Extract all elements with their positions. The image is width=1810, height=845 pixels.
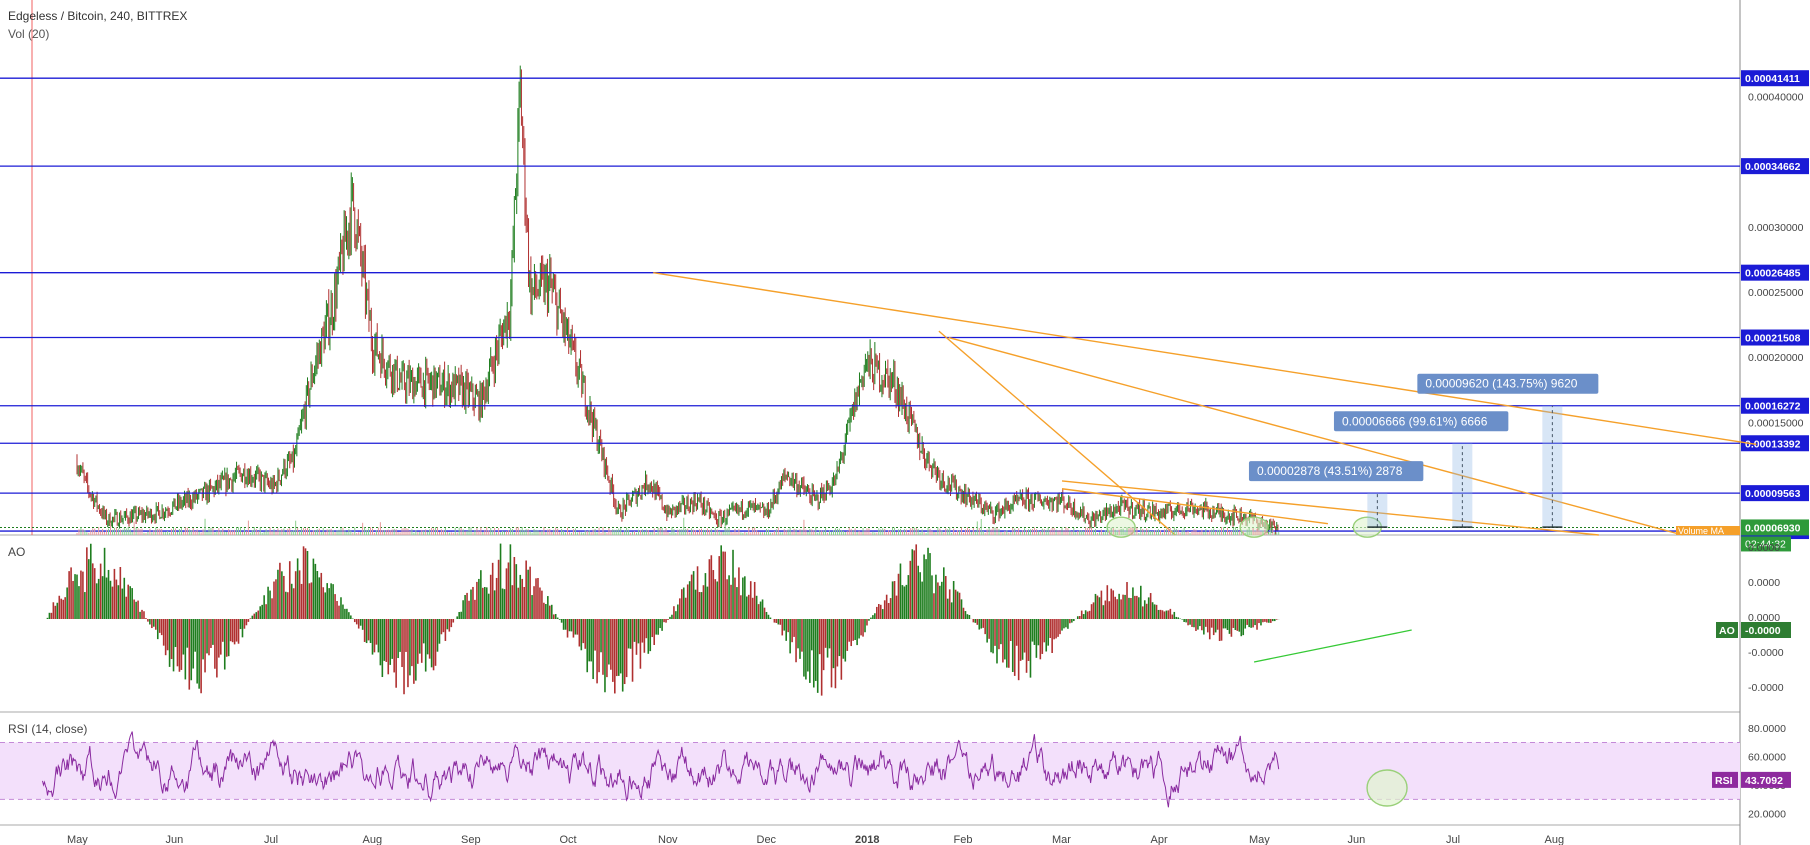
ao-trendline: [1253, 629, 1412, 663]
time-tick-label: Feb: [954, 834, 973, 845]
time-tick-label: Apr: [1151, 834, 1168, 845]
time-tick-label: May: [1249, 834, 1270, 845]
time-tick-label: Jun: [166, 834, 184, 845]
time-tick-label: Jun: [1348, 834, 1366, 845]
time-tick-label: May: [67, 834, 88, 845]
level-label: 0.00034662: [1745, 161, 1801, 173]
ao-tick-label: -0.0000: [1748, 682, 1784, 694]
rsi-tick-label: 60.0000: [1748, 752, 1786, 764]
time-tick-label: 2018: [855, 834, 879, 845]
time-tick-label: Sep: [461, 834, 481, 845]
trendline: [1061, 480, 1599, 536]
time-tick-label: Jul: [1446, 834, 1460, 845]
projection-range: [1367, 493, 1388, 528]
time-tick-label: Aug: [363, 834, 383, 845]
trendline: [948, 336, 1683, 536]
rsi-indicator-label[interactable]: RSI (14, close): [8, 722, 87, 736]
time-tick-label: Aug: [1545, 834, 1565, 845]
rsi-value-label: 43.7092: [1745, 775, 1783, 787]
volume-bars: Volume MA: [76, 517, 1740, 536]
time-tick-label: Oct: [560, 834, 577, 845]
level-label: 0.00021508: [1745, 333, 1801, 345]
price-series: [76, 65, 1279, 535]
level-label: 0.00009563: [1745, 488, 1801, 500]
ao-tick-label: -0.0000: [1748, 647, 1784, 659]
price-tick-label: 0.00040000: [1748, 92, 1804, 104]
price-tick-label: 0.00030000: [1748, 222, 1804, 234]
ao-histogram: 0.00000.00000.0000-0.0000-0.0000AO -0.000…: [46, 542, 1791, 696]
rsi-tick-label: 80.0000: [1748, 723, 1786, 735]
ao-indicator-label[interactable]: AO: [8, 545, 25, 559]
ao-name-label: AO: [1719, 625, 1735, 637]
volume-ma-label: Volume MA: [1678, 526, 1724, 536]
chart-title: Edgeless / Bitcoin, 240, BITTREX: [8, 9, 188, 23]
level-label: 0.00026485: [1745, 268, 1801, 280]
projection-label: 0.00009620 (143.75%) 9620: [1425, 377, 1577, 391]
time-tick-label: Dec: [757, 834, 777, 845]
current-price-label: 0.00006930: [1745, 522, 1801, 534]
rsi-pane: 80.000060.000040.000020.0000RSI43.7092: [0, 723, 1791, 821]
level-label: 0.00041411: [1745, 73, 1800, 85]
marked-low-circle: [1239, 516, 1269, 538]
price-axis[interactable]: 0.00040000 0.00030000 0.00025000 0.00020000…: [1748, 92, 1804, 430]
horizontal-levels: 0.00041411 0.00034662 0.00026485 0.00021508…: [0, 70, 1809, 552]
ao-tick-label: 0.0000: [1748, 542, 1780, 554]
projection-label: 0.00006666 (99.61%) 6666: [1342, 414, 1488, 428]
time-tick-label: Mar: [1052, 834, 1071, 845]
projection-label: 0.00002878 (43.51%) 2878: [1257, 464, 1403, 478]
time-tick-label: Jul: [264, 834, 278, 845]
rsi-marked-circle: [1366, 769, 1408, 807]
price-tick-label: 0.00015000: [1748, 417, 1804, 429]
trendlines: [653, 271, 1757, 538]
rsi-band: [0, 742, 1740, 800]
level-label: 0.00016272: [1745, 401, 1801, 413]
rsi-tick-label: 20.0000: [1748, 809, 1786, 821]
volume-indicator-label[interactable]: Vol (20): [8, 27, 49, 41]
time-axis[interactable]: May Jun Jul Aug Sep Oct Nov Dec 2018 Feb Mar Apr May…: [67, 834, 1564, 845]
time-tick-label: Nov: [658, 834, 678, 845]
trendline: [653, 271, 1757, 446]
price-tick-label: 0.00025000: [1748, 287, 1804, 299]
price-tick-label: 0.00020000: [1748, 352, 1804, 364]
ao-value-label: -0.0000: [1745, 625, 1781, 637]
rsi-name-label: RSI: [1715, 775, 1733, 787]
projection-boxes: 0.00002878 (43.51%) 2878 0.00006666 (99.6…: [1248, 373, 1599, 528]
chart-canvas: 0.00041411 0.00034662 0.00026485 0.00021508…: [0, 0, 1809, 845]
ao-tick-label: 0.0000: [1748, 577, 1780, 589]
